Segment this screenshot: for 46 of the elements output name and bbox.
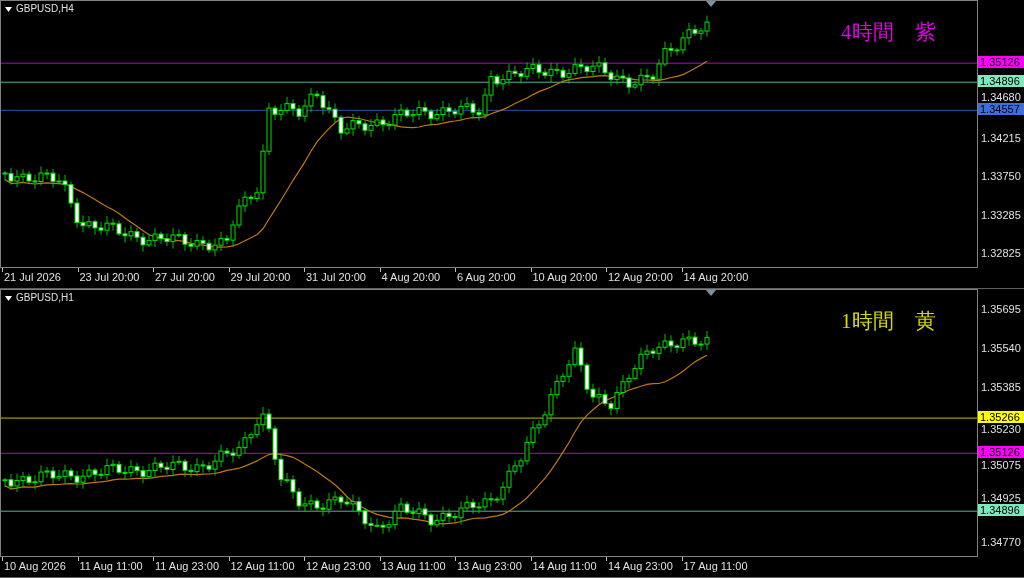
time-axis-label: 17 Aug 11:00 bbox=[683, 560, 748, 573]
shift-marker-icon bbox=[706, 1, 716, 7]
price-axis-label: 1.35540 bbox=[981, 342, 1021, 355]
chart-symbol-title: GBPUSD,H1 bbox=[16, 292, 74, 304]
price-axis-label: 1.33285 bbox=[981, 208, 1021, 221]
dropdown-triangle-icon[interactable] bbox=[5, 295, 12, 301]
chart-annotation-text: 4時間 紫 bbox=[841, 19, 936, 45]
time-axis-label: 13 Aug 11:00 bbox=[381, 560, 446, 573]
price-axis-label: 1.34925 bbox=[981, 492, 1021, 505]
price-axis-label: 1.32825 bbox=[981, 246, 1021, 259]
price-level-label: 1.35126 bbox=[978, 446, 1024, 459]
time-axis-label: 29 Jul 20:00 bbox=[230, 271, 291, 284]
time-axis-label: 12 Aug 20:00 bbox=[608, 271, 673, 284]
time-axis-label: 10 Aug 2026 bbox=[4, 560, 66, 573]
time-axis-label: 23 Jul 20:00 bbox=[79, 271, 140, 284]
dropdown-triangle-icon[interactable] bbox=[5, 6, 12, 12]
shift-marker-icon bbox=[706, 290, 716, 296]
chart-symbol-title: GBPUSD,H4 bbox=[16, 3, 74, 15]
time-axis-label: 12 Aug 23:00 bbox=[306, 560, 371, 573]
time-axis-label: 10 Aug 20:00 bbox=[532, 271, 598, 284]
time-axis-label: 6 Aug 20:00 bbox=[457, 271, 516, 284]
time-axis-label: 11 Aug 23:00 bbox=[155, 560, 220, 573]
time-axis-label: 14 Aug 20:00 bbox=[683, 271, 749, 284]
time-axis-label: 14 Aug 11:00 bbox=[532, 560, 597, 573]
price-axis-label: 1.33750 bbox=[981, 170, 1021, 183]
time-axis-label: 21 Jul 2026 bbox=[4, 271, 61, 284]
price-axis-label: 1.34215 bbox=[981, 131, 1021, 144]
price-axis-label: 1.34680 bbox=[981, 91, 1021, 104]
price-level-label: 1.34557 bbox=[978, 103, 1024, 116]
time-axis-label: 27 Jul 20:00 bbox=[155, 271, 215, 284]
time-axis-label: 12 Aug 11:00 bbox=[230, 560, 295, 573]
time-axis-label: 4 Aug 20:00 bbox=[381, 271, 441, 284]
time-axis-label: 13 Aug 23:00 bbox=[457, 560, 522, 573]
price-level-label: 1.35126 bbox=[978, 56, 1024, 69]
price-axis-label: 1.35075 bbox=[981, 459, 1021, 472]
price-axis-label: 1.35230 bbox=[981, 423, 1021, 436]
price-axis-label: 1.34770 bbox=[981, 535, 1021, 548]
price-level-label: 1.34896 bbox=[978, 75, 1024, 88]
price-axis-label: 1.35695 bbox=[981, 303, 1021, 316]
price-level-label: 1.35266 bbox=[978, 411, 1024, 424]
time-axis-label: 14 Aug 23:00 bbox=[608, 560, 673, 573]
price-level-label: 1.34896 bbox=[978, 504, 1024, 517]
time-axis-label: 31 Jul 20:00 bbox=[306, 271, 366, 284]
time-axis-label: 11 Aug 11:00 bbox=[79, 560, 143, 573]
price-axis-label: 1.35385 bbox=[981, 381, 1021, 394]
chart-annotation-text: 1時間 黄 bbox=[841, 308, 936, 334]
